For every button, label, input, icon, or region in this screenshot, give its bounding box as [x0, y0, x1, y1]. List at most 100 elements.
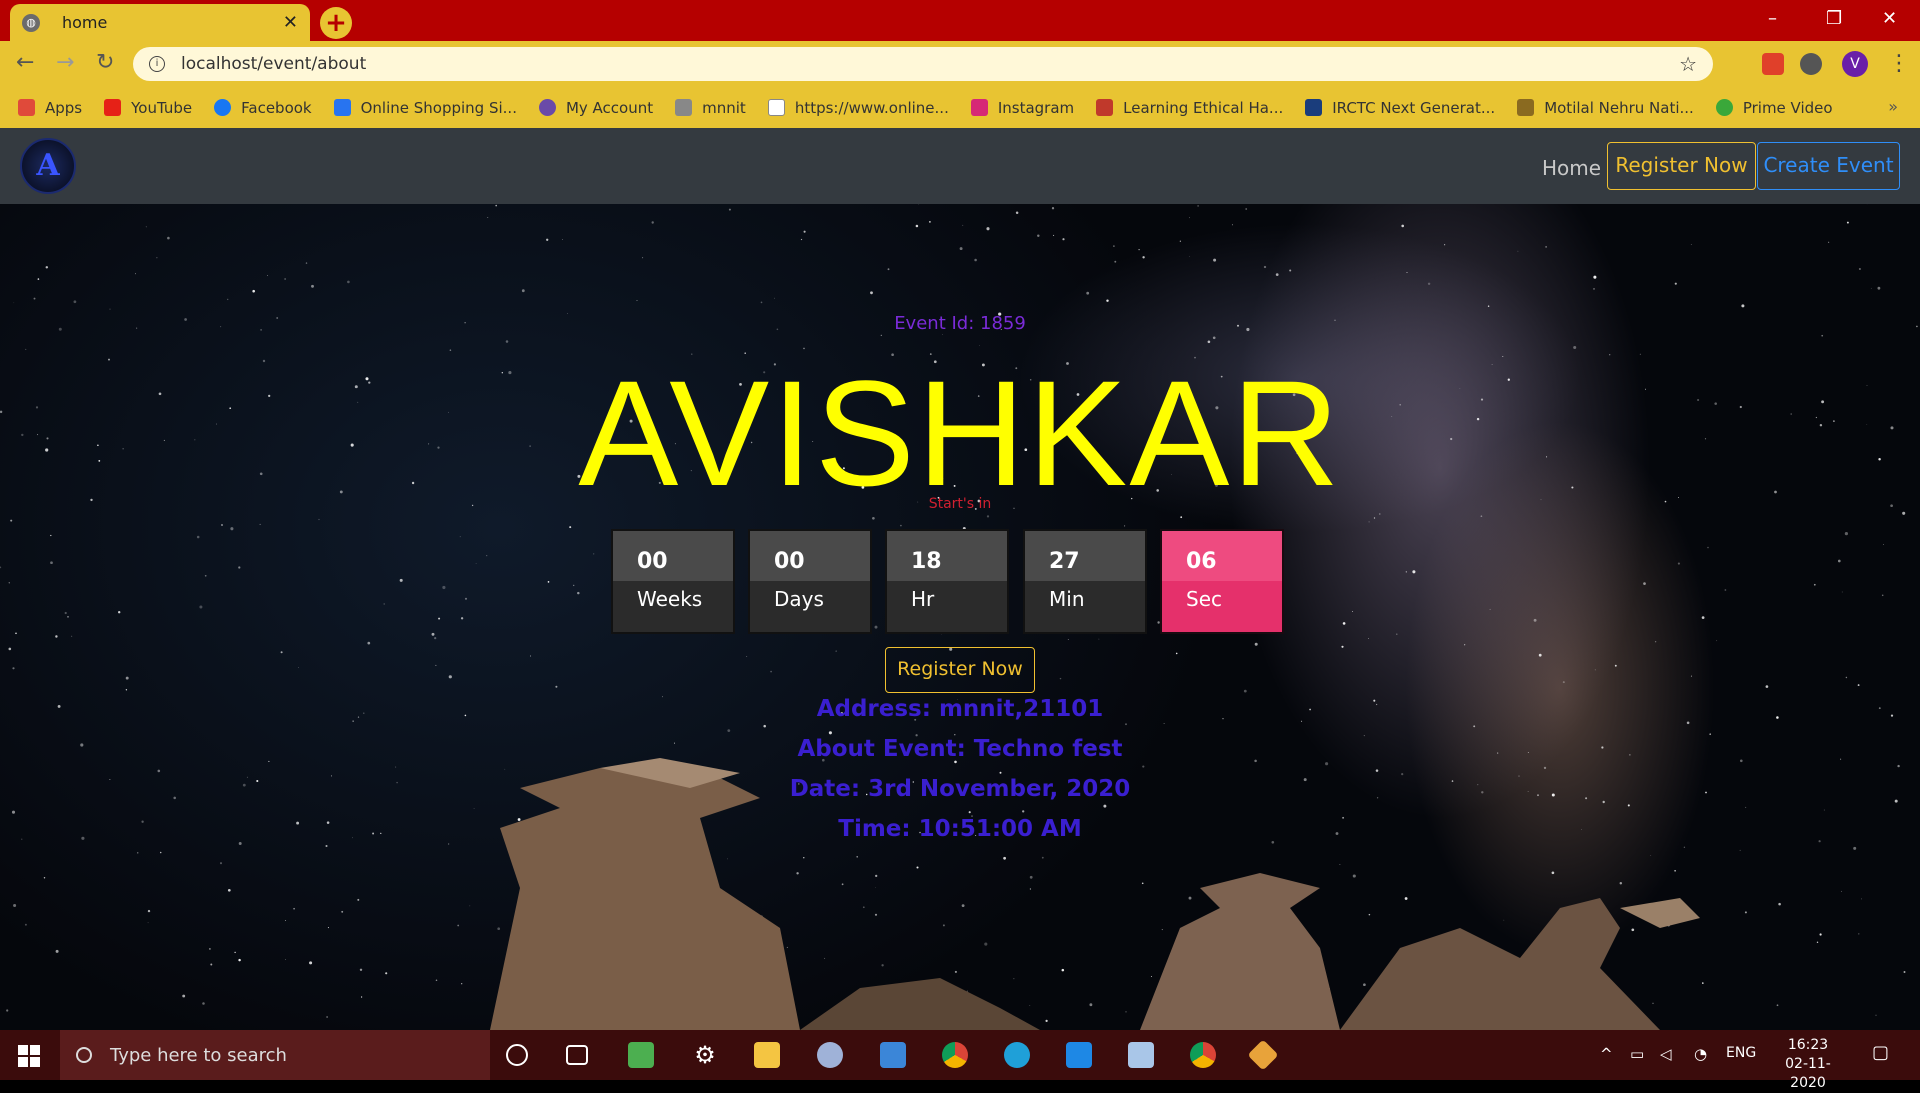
- wifi-icon[interactable]: ◔: [1694, 1045, 1707, 1063]
- starts-in-label: Start's in: [928, 496, 992, 512]
- bookmark-youtube[interactable]: YouTube: [104, 99, 192, 117]
- settings-icon[interactable]: ⚙: [692, 1042, 718, 1068]
- minimize-icon[interactable]: –: [1768, 8, 1777, 29]
- search-icon: [76, 1047, 92, 1063]
- cortana-icon[interactable]: [506, 1044, 528, 1066]
- countdown-label: Sec: [1186, 587, 1222, 611]
- bookmarks-bar: Apps YouTube Facebook Online Shopping Si…: [0, 87, 1920, 128]
- event-date: Date: 3rd November, 2020: [789, 776, 1131, 802]
- event-about: About Event: Techno fest: [797, 736, 1123, 762]
- apps-icon: [18, 99, 35, 116]
- countdown-value: 06: [1162, 531, 1282, 581]
- event-time: Time: 10:51:00 AM: [838, 816, 1082, 842]
- file-explorer-icon[interactable]: [754, 1042, 780, 1068]
- bookmark-facebook[interactable]: Facebook: [214, 99, 312, 117]
- profile-avatar[interactable]: V: [1842, 51, 1868, 77]
- battery-icon[interactable]: ▭: [1630, 1045, 1644, 1063]
- edge-icon[interactable]: [1004, 1042, 1030, 1068]
- countdown-label: Hr: [911, 587, 935, 611]
- puzzle-icon[interactable]: [1800, 53, 1822, 75]
- tray-overflow-icon[interactable]: ^: [1600, 1045, 1613, 1063]
- page-viewport: A Home Register Now Create Event Event I…: [0, 128, 1920, 1030]
- countdown-value: 27: [1025, 531, 1145, 581]
- bookmark-my-account[interactable]: My Account: [538, 99, 653, 117]
- event-address: Address: mnnit,21101: [816, 696, 1104, 722]
- taskbar-search[interactable]: Type here to search: [60, 1030, 490, 1080]
- play-icon: [1715, 99, 1733, 116]
- window-close-icon[interactable]: ✕: [1882, 8, 1897, 29]
- new-tab-button[interactable]: +: [320, 7, 352, 39]
- bookmark-irctc[interactable]: IRCTC Next Generat...: [1305, 99, 1495, 117]
- youtube-icon: [104, 99, 122, 116]
- mail-icon[interactable]: [880, 1042, 906, 1068]
- extension-icon[interactable]: [1762, 53, 1784, 75]
- flipkart-icon: [333, 99, 351, 116]
- reload-icon[interactable]: ↻: [96, 50, 114, 75]
- forward-icon[interactable]: →: [56, 50, 74, 75]
- countdown-value: 18: [887, 531, 1007, 581]
- notifications-icon[interactable]: ▢: [1872, 1042, 1889, 1063]
- browser-tab[interactable]: ◍ home ✕: [10, 4, 310, 41]
- bookmark-instagram[interactable]: Instagram: [970, 99, 1074, 117]
- countdown-label: Weeks: [637, 587, 703, 611]
- nsdl-icon: [767, 99, 785, 116]
- bookmarks-more-icon[interactable]: »: [1888, 97, 1898, 116]
- facebook-icon: [214, 99, 232, 116]
- git-icon[interactable]: [1247, 1039, 1279, 1071]
- bookmark-prime-video[interactable]: Prime Video: [1715, 99, 1833, 117]
- browser-toolbar: ← → ↻ i localhost/event/about ☆ V ⋮: [0, 41, 1920, 87]
- countdown-weeks: 00 Weeks: [611, 529, 735, 634]
- bookmark-motilal[interactable]: Motilal Nehru Nati...: [1517, 99, 1694, 117]
- clock-date: 02-11-2020: [1785, 1056, 1831, 1091]
- close-icon[interactable]: ✕: [283, 12, 298, 33]
- mnnit-icon: [675, 99, 693, 116]
- bookmark-apps[interactable]: Apps: [18, 99, 82, 117]
- tab-title: home: [62, 13, 108, 32]
- hacking-icon: [1096, 99, 1114, 116]
- countdown-minutes: 27 Min: [1023, 529, 1147, 634]
- windows-taskbar: Type here to search ⚙ ^ ▭ ◁ ◔ ENG 16:23 …: [0, 1030, 1920, 1091]
- event-id: Event Id: 1859: [894, 313, 1026, 334]
- language-indicator[interactable]: ENG: [1726, 1045, 1756, 1061]
- bookmark-ethical-hacking[interactable]: Learning Ethical Ha...: [1096, 99, 1283, 117]
- back-icon[interactable]: ←: [16, 50, 34, 75]
- countdown-value: 00: [613, 531, 733, 581]
- bookmark-online[interactable]: https://www.online...: [767, 99, 949, 117]
- bookmark-shopping[interactable]: Online Shopping Si...: [333, 99, 517, 117]
- bookmark-mnnit[interactable]: mnnit: [675, 99, 746, 117]
- college-icon: [1517, 99, 1535, 116]
- countdown-seconds: 06 Sec: [1160, 529, 1284, 634]
- countdown-label: Min: [1049, 587, 1085, 611]
- info-icon[interactable]: i: [149, 56, 165, 72]
- instagram-icon: [970, 99, 988, 116]
- volume-icon[interactable]: ◁: [1660, 1045, 1672, 1063]
- chrome-icon[interactable]: [942, 1042, 968, 1068]
- countdown-label: Days: [774, 587, 824, 611]
- task-view-icon[interactable]: [566, 1045, 588, 1065]
- countdown-value: 00: [750, 531, 870, 581]
- windows-start-icon[interactable]: [18, 1045, 40, 1067]
- site-logo[interactable]: A: [20, 138, 76, 194]
- notepad-icon[interactable]: [1128, 1042, 1154, 1068]
- clock-time: 16:23: [1787, 1037, 1829, 1053]
- vscode-icon[interactable]: [1066, 1042, 1092, 1068]
- nav-home-link[interactable]: Home: [1542, 156, 1601, 180]
- system-clock[interactable]: 16:23 02-11-2020: [1768, 1036, 1848, 1093]
- register-now-button[interactable]: Register Now: [885, 647, 1035, 693]
- menu-icon[interactable]: ⋮: [1888, 51, 1910, 76]
- snipping-tool-icon[interactable]: [817, 1042, 843, 1068]
- countdown-days: 00 Days: [748, 529, 872, 634]
- photos-app-icon[interactable]: [628, 1042, 654, 1068]
- nav-register-button[interactable]: Register Now: [1607, 142, 1756, 190]
- browser-titlebar: ◍ home ✕ + – ❐ ✕: [0, 0, 1920, 41]
- search-placeholder: Type here to search: [110, 1044, 287, 1066]
- address-bar[interactable]: i localhost/event/about ☆: [133, 47, 1713, 81]
- chrome-profile-icon[interactable]: [1190, 1042, 1216, 1068]
- globe-icon: ◍: [22, 13, 40, 32]
- nav-create-event-button[interactable]: Create Event: [1757, 142, 1900, 190]
- irctc-icon: [1305, 99, 1323, 116]
- url-text[interactable]: localhost/event/about: [181, 54, 1679, 74]
- site-navbar: A Home Register Now Create Event: [0, 128, 1920, 204]
- restore-icon[interactable]: ❐: [1826, 8, 1842, 29]
- bookmark-star-icon[interactable]: ☆: [1679, 52, 1697, 76]
